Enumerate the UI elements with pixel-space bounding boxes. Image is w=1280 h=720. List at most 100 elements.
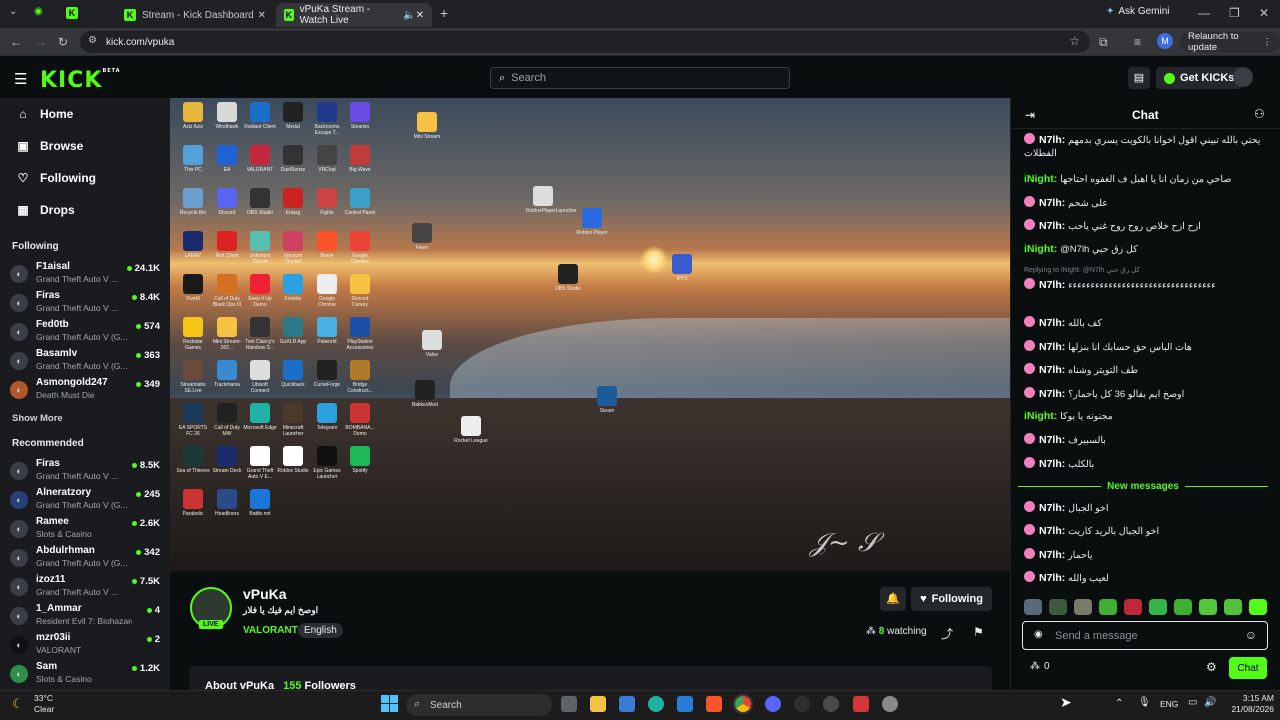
hamburger-menu-icon[interactable]: ☰ [14, 70, 27, 88]
desktop-shortcut-icon[interactable]: Brave [310, 231, 344, 259]
get-kicks-button[interactable]: Get KICKs [1156, 67, 1243, 89]
sidebar-item-browse[interactable]: ▣ Browse [16, 139, 83, 153]
desktop-shortcut-icon[interactable]: Palworld [310, 317, 344, 345]
share-icon[interactable]: ⤴ [941, 625, 953, 642]
recommended-channel-item[interactable]: ◐ mzr03ii VALORANT 2 [10, 631, 162, 659]
chat-identity-icon[interactable]: ◉ [1034, 629, 1043, 640]
chat-username[interactable]: N7lh: [1039, 458, 1068, 470]
emoji-picker-icon[interactable]: ☺ [1245, 628, 1257, 642]
new-tab-icon[interactable]: + [440, 5, 448, 21]
chat-username[interactable]: N7lh: [1039, 341, 1068, 353]
search-input[interactable]: ⌕ Search [490, 67, 790, 89]
desktop-shortcut-icon[interactable]: Rockstar Games [176, 317, 210, 351]
desktop-shortcut-icon[interactable]: BOMBANA... Demo [343, 403, 377, 437]
desktop-shortcut-icon[interactable]: Control Panel [343, 188, 377, 216]
desktop-shortcut-icon[interactable]: Enlarg [276, 188, 310, 216]
bookmark-star-icon[interactable]: ☆ [1069, 34, 1080, 48]
desktop-shortcut-icon[interactable]: Medal [276, 102, 310, 130]
chat-message[interactable]: N7lh: اوصخ ايم بفالو 36 كل ياحمار؟ [1024, 387, 1270, 401]
channel-points[interactable]: ⁂ 0 [1030, 661, 1050, 672]
desktop-shortcut-icon[interactable]: Minecraft Launcher [276, 403, 310, 437]
desktop-shortcut-icon[interactable]: Battle.net [243, 489, 277, 517]
desktop-shortcut-icon[interactable]: OBS Studio [551, 264, 585, 292]
show-more-link[interactable]: Show More [12, 413, 63, 424]
sidebar-item-following[interactable]: ♡ Following [16, 171, 96, 185]
back-icon[interactable]: ← [10, 35, 22, 49]
desktop-shortcut-icon[interactable]: Windhawk [210, 102, 244, 130]
desktop-shortcut-icon[interactable]: Fortnite [276, 274, 310, 302]
chat-username[interactable]: N7lh: [1039, 525, 1068, 537]
chat-username[interactable]: iNight: [1024, 173, 1060, 185]
chat-username[interactable]: N7lh: [1039, 220, 1068, 232]
forward-icon[interactable]: → [35, 35, 47, 49]
recommended-channel-item[interactable]: ◐ Abdulrhman Grand Theft Auto V (G... 34… [10, 544, 162, 572]
tray-chevron-icon[interactable]: ⌃ [1115, 698, 1123, 709]
edge-browser-icon[interactable] [648, 696, 664, 712]
desktop-shortcut-icon[interactable]: Unlimited Chunk [243, 231, 277, 265]
new-messages-divider[interactable]: New messages [1018, 481, 1268, 492]
url-field[interactable]: ⚙ kick.com/vpuka ☆ [80, 31, 1090, 53]
desktop-shortcut-icon[interactable]: Headliners [210, 489, 244, 517]
system-clock[interactable]: 3:15 AM 21/08/2026 [1222, 693, 1274, 715]
tab-vpuka-stream[interactable]: K vPuKa Stream - Watch Live 🔈 ✕ [276, 3, 432, 27]
desktop-shortcut-icon[interactable]: This PC [176, 145, 210, 173]
chat-username[interactable]: N7lh: [1039, 134, 1068, 146]
chat-message[interactable]: N7lh: هات الباس حق حسابك انا بنزلها [1024, 340, 1270, 354]
desktop-shortcut-icon[interactable]: Steamio [343, 102, 377, 130]
desktop-shortcut-icon[interactable]: Roblox Studio [276, 446, 310, 474]
tab-search-icon[interactable]: ⌄ [9, 6, 17, 17]
chat-message[interactable]: N7lh: اخو الجبال [1024, 501, 1270, 515]
close-window-icon[interactable]: ✕ [1259, 6, 1269, 20]
taskbar-app-icon[interactable] [794, 696, 810, 712]
desktop-shortcut-icon[interactable]: Bridge Construct... [343, 360, 377, 394]
desktop-shortcut-icon[interactable]: Discord [210, 188, 244, 216]
stream-category[interactable]: VALORANT [243, 625, 298, 636]
minimize-icon[interactable]: — [1198, 6, 1210, 20]
notification-bell-button[interactable]: 🔔 [880, 587, 906, 611]
following-channel-item[interactable]: ◐ F1aisal Grand Theft Auto V ... 24.1K [10, 260, 162, 288]
chat-username[interactable]: N7lh: [1039, 388, 1068, 400]
chat-message[interactable]: N7lh: لعيب والله [1024, 571, 1270, 585]
chat-message[interactable]: iNight: صاحي من زمان انا يا اهبل ف الغفو… [1024, 173, 1270, 186]
task-view-icon[interactable] [561, 696, 577, 712]
emote-icon[interactable] [1149, 599, 1167, 615]
chat-message[interactable]: iNight: مجنونه يا بوكا [1024, 410, 1270, 423]
riot-client-icon[interactable] [853, 696, 869, 712]
collapse-chat-icon[interactable]: ⇥ [1025, 108, 1035, 122]
layout-toggle-icon[interactable]: ▤ [1128, 67, 1150, 89]
chat-message-input[interactable]: ◉ Send a message ☺ [1022, 621, 1268, 650]
pinned-kick-tab-icon[interactable]: K [66, 5, 84, 19]
weather-widget[interactable]: 33°C Clear [34, 693, 54, 715]
desktop-shortcut-icon[interactable]: Parabolic [176, 489, 210, 517]
chat-username[interactable]: N7lh: [1039, 502, 1068, 514]
chrome-browser-icon[interactable] [733, 694, 753, 714]
desktop-shortcut-icon[interactable]: Telegram [310, 403, 344, 431]
following-channel-item[interactable]: ◐ Firas Grand Theft Auto V ... 8.4K [10, 289, 162, 317]
emote-icon[interactable] [1024, 599, 1042, 615]
desktop-shortcut-icon[interactable]: Call of Duty Black Ops III [210, 274, 244, 308]
desktop-shortcut-icon[interactable]: IPTV [665, 254, 699, 282]
sidebar-item-home[interactable]: ⌂ Home [16, 107, 73, 121]
emote-icon[interactable] [1249, 599, 1267, 615]
chat-username[interactable]: iNight: [1024, 243, 1060, 255]
desktop-shortcut-icon[interactable]: Fiverr [405, 223, 439, 251]
chat-username[interactable]: N7lh: [1039, 364, 1068, 376]
chat-username[interactable]: N7lh: [1039, 279, 1068, 291]
streamer-name[interactable]: vPuKa [243, 586, 287, 602]
following-channel-item[interactable]: ◐ Basamlv Grand Theft Auto V (G... 363 [10, 347, 162, 375]
recommended-channel-item[interactable]: ◐ Alneratzory Grand Theft Auto V (G... 2… [10, 486, 162, 514]
following-channel-item[interactable]: ◐ Fed0tb Grand Theft Auto V (G... 574 [10, 318, 162, 346]
desktop-shortcut-icon[interactable]: Aziz Aziz [176, 102, 210, 130]
desktop-shortcut-icon[interactable]: RobloxPlayerLauncher [526, 186, 577, 214]
desktop-shortcut-icon[interactable]: OBS Studio [243, 188, 277, 216]
emote-icon[interactable] [1049, 599, 1067, 615]
desktop-shortcut-icon[interactable]: Roblox Player [575, 208, 609, 236]
desktop-shortcut-icon[interactable]: Stream Deck [210, 446, 244, 474]
following-channel-item[interactable]: ◐ Asmongold247 Death Must Die 349 [10, 376, 162, 404]
desktop-shortcut-icon[interactable]: Ubisoft Connect [243, 360, 277, 394]
desktop-shortcut-icon[interactable]: Mini Stream-202... [210, 317, 244, 351]
tab-kick-dashboard[interactable]: K Stream - Kick Dashboard ✕ [116, 3, 274, 27]
file-explorer-icon[interactable] [590, 696, 606, 712]
desktop-shortcut-icon[interactable]: VALORANT [243, 145, 277, 173]
desktop-shortcut-icon[interactable]: Keep it Up Demo [243, 274, 277, 308]
